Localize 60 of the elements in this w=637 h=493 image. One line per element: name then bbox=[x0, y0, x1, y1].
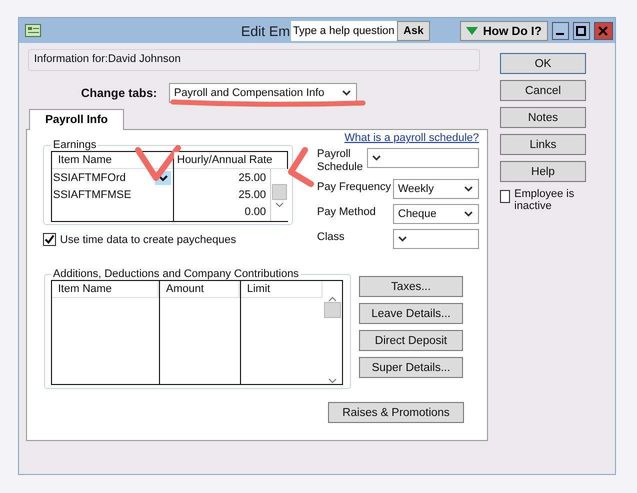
dialog-button[interactable]: Help bbox=[500, 161, 586, 182]
app-icon bbox=[25, 24, 41, 37]
change-tabs-label: Change tabs: bbox=[80, 86, 157, 100]
dialog-button[interactable]: Cancel bbox=[500, 80, 586, 101]
field-label: Payroll Schedule bbox=[317, 148, 364, 174]
dropdown-field[interactable]: Weekly bbox=[393, 179, 479, 199]
action-button[interactable]: Taxes... bbox=[359, 276, 463, 297]
checkbox-label: Use time data to create paycheques bbox=[60, 234, 236, 246]
tab[interactable]: Payroll Info bbox=[29, 109, 124, 130]
column-header: Item Name bbox=[52, 281, 159, 298]
dropdown-field[interactable]: Cheque bbox=[393, 204, 479, 224]
dialog-button[interactable]: Links bbox=[500, 134, 586, 155]
field-label: Pay Frequency bbox=[317, 180, 391, 193]
table-cell-text: 0.00 bbox=[244, 204, 267, 220]
scroll-thumb[interactable] bbox=[272, 184, 287, 200]
column-header: Amount bbox=[160, 281, 240, 298]
field-label: Pay Method bbox=[317, 205, 376, 218]
close-icon bbox=[598, 26, 608, 36]
chevron-icon bbox=[464, 211, 473, 217]
dialog-button[interactable]: OK bbox=[500, 53, 586, 74]
chevron-icon bbox=[398, 236, 407, 242]
chevron-icon bbox=[342, 90, 351, 96]
chevron-icon bbox=[372, 155, 381, 161]
minimize-button[interactable] bbox=[552, 22, 569, 40]
help-search-field[interactable]: Type a help question bbox=[291, 20, 398, 40]
window-title: Edit Em bbox=[241, 22, 290, 38]
table-cell-text: 25.00 bbox=[237, 170, 267, 186]
checkbox[interactable] bbox=[43, 233, 56, 246]
ask-button[interactable]: Ask bbox=[397, 20, 430, 40]
field-label: Class bbox=[317, 230, 345, 243]
payroll-schedule-link[interactable]: What is a payroll schedule? bbox=[344, 132, 479, 144]
table-cell[interactable]: SSIAFTMFMSE bbox=[52, 186, 173, 203]
column-header: Hourly/Annual Rate bbox=[174, 152, 286, 169]
change-tabs-dropdown[interactable]: Payroll and Compensation Info bbox=[169, 83, 357, 103]
checkbox[interactable] bbox=[500, 190, 510, 203]
checkbox-label: Employee is inactive bbox=[514, 188, 576, 212]
chevron-icon bbox=[464, 186, 473, 192]
scroll-down-icon[interactable] bbox=[275, 202, 284, 208]
information-field: Information for:David Johnson bbox=[28, 49, 480, 71]
scrollbar[interactable] bbox=[270, 169, 288, 221]
dialog-button[interactable]: Notes bbox=[500, 107, 586, 128]
scroll-up-icon[interactable] bbox=[328, 296, 337, 302]
dropdown-field[interactable] bbox=[367, 148, 479, 168]
raises-promotions-button[interactable]: Raises & Promotions bbox=[328, 402, 464, 423]
scroll-down-icon[interactable] bbox=[328, 378, 337, 384]
minimize-icon bbox=[556, 32, 564, 34]
dropdown-field[interactable] bbox=[393, 229, 479, 249]
group-title: Additions, Deductions and Company Contributions bbox=[52, 268, 300, 280]
group-title: Earnings bbox=[52, 139, 98, 151]
close-button[interactable] bbox=[594, 22, 613, 40]
scroll-thumb[interactable] bbox=[324, 302, 341, 318]
action-button[interactable]: Direct Deposit bbox=[359, 330, 463, 351]
table-cell[interactable]: SSIAFTMFOrd bbox=[52, 169, 173, 186]
action-button[interactable]: Leave Details... bbox=[359, 303, 463, 324]
action-button[interactable]: Super Details... bbox=[359, 357, 463, 378]
table-cell-text: 25.00 bbox=[237, 188, 267, 202]
how-do-i-button[interactable]: How Do I? bbox=[460, 20, 548, 40]
triangle-icon bbox=[466, 26, 478, 34]
maximize-icon bbox=[576, 26, 586, 36]
maximize-button[interactable] bbox=[572, 22, 590, 40]
